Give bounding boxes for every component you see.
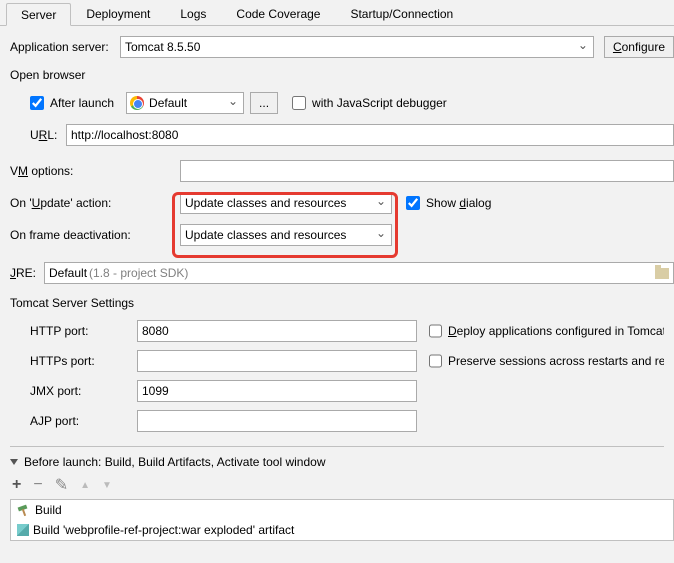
url-input[interactable] <box>66 124 674 146</box>
preserve-checkbox-label[interactable]: Preserve sessions across restarts and re… <box>429 354 664 368</box>
before-launch-title: Before launch: Build, Build Artifacts, A… <box>24 455 326 469</box>
show-dialog-checkbox[interactable] <box>406 196 420 210</box>
deploy-checkbox-label[interactable]: Deploy applications configured in Tomcat… <box>429 324 664 338</box>
http-port-label: HTTP port: <box>30 324 125 338</box>
app-server-label: Application server: <box>10 40 120 54</box>
tab-startup-connection[interactable]: Startup/Connection <box>335 2 468 25</box>
after-launch-checkbox[interactable] <box>30 96 44 110</box>
https-port-label: HTTPs port: <box>30 354 125 368</box>
vm-options-input[interactable] <box>180 160 674 182</box>
show-dialog-checkbox-label[interactable]: Show dialog <box>406 196 491 210</box>
move-down-button: ▼ <box>102 480 112 491</box>
add-button[interactable]: + <box>12 476 21 494</box>
preserve-checkbox[interactable] <box>429 354 442 368</box>
jmx-port-input[interactable] <box>137 380 417 402</box>
configure-button[interactable]: Configure <box>604 36 674 58</box>
browser-more-button[interactable]: ... <box>250 92 278 114</box>
on-frame-deactivation-select[interactable]: Update classes and resources <box>180 224 392 246</box>
tab-deployment[interactable]: Deployment <box>71 2 165 25</box>
on-update-select[interactable]: Update classes and resources <box>180 192 392 214</box>
vm-options-label: VM options: <box>10 164 180 178</box>
url-label: URL: <box>30 128 66 142</box>
list-item[interactable]: Build <box>11 500 673 520</box>
app-server-select[interactable]: Tomcat 8.5.50 <box>120 36 594 58</box>
artifact-icon <box>17 524 29 536</box>
after-launch-checkbox-label[interactable]: After launch <box>30 96 114 110</box>
js-debugger-checkbox[interactable] <box>292 96 306 110</box>
tab-logs[interactable]: Logs <box>165 2 221 25</box>
jmx-port-label: JMX port: <box>30 384 125 398</box>
ajp-port-input[interactable] <box>137 410 417 432</box>
on-update-label: On 'Update' action: <box>10 196 180 210</box>
browser-icon <box>130 96 144 110</box>
tomcat-settings-title: Tomcat Server Settings <box>10 296 664 310</box>
ajp-port-label: AJP port: <box>30 414 125 428</box>
tab-server[interactable]: Server <box>6 3 71 26</box>
folder-icon <box>655 268 669 279</box>
jre-label: JRE: <box>10 266 44 280</box>
tab-code-coverage[interactable]: Code Coverage <box>221 2 335 25</box>
open-browser-title: Open browser <box>10 68 664 82</box>
js-debugger-checkbox-label[interactable]: with JavaScript debugger <box>292 96 447 110</box>
edit-button: ✎ <box>55 475 68 495</box>
https-port-input[interactable] <box>137 350 417 372</box>
hammer-icon <box>17 503 31 517</box>
move-up-button: ▲ <box>80 480 90 491</box>
deploy-checkbox[interactable] <box>429 324 442 338</box>
collapse-icon[interactable] <box>10 459 18 465</box>
on-frame-deactivation-label: On frame deactivation: <box>10 228 180 242</box>
http-port-input[interactable] <box>137 320 417 342</box>
remove-button: − <box>33 476 42 494</box>
list-item[interactable]: Build 'webprofile-ref-project:war explod… <box>11 520 673 540</box>
jre-combo[interactable]: Default (1.8 - project SDK) <box>44 262 674 284</box>
